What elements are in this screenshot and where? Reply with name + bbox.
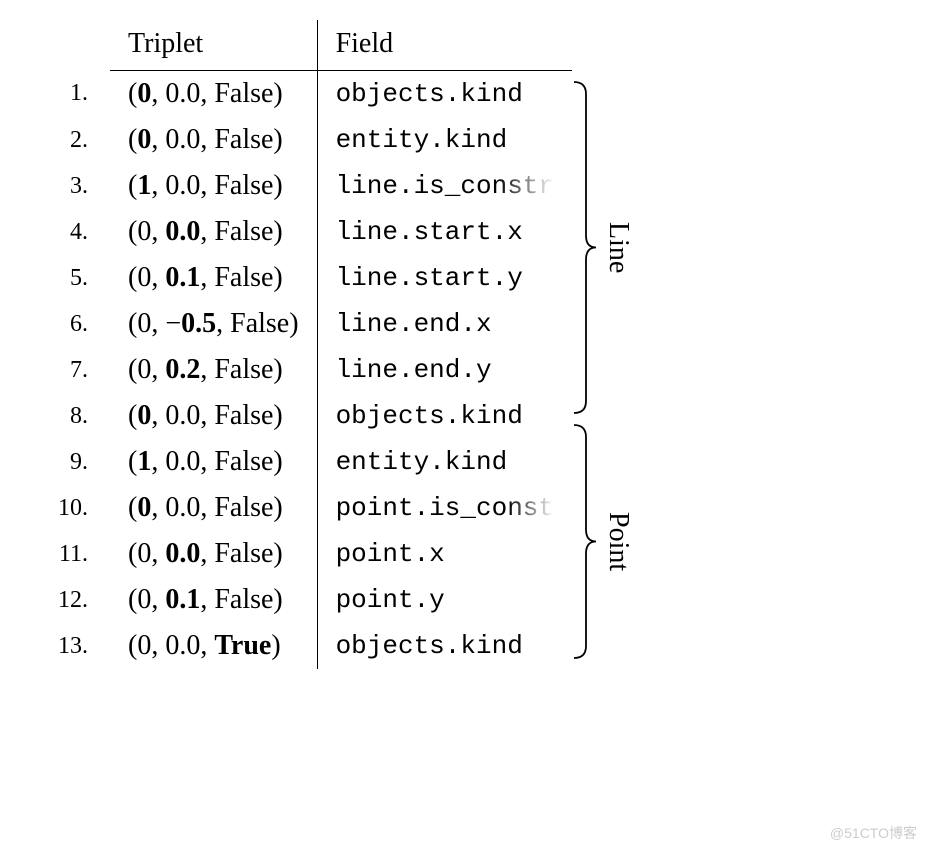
triplet-header: Triplet — [110, 20, 317, 71]
table-row: 3.(1, 0.0, False)line.is_constr — [30, 163, 572, 209]
table-header-row: Triplet Field — [30, 20, 572, 71]
triplet-cell: (0, 0.0, True) — [110, 623, 317, 669]
row-number: 1. — [30, 71, 110, 118]
field-cell: objects.kind — [317, 623, 572, 669]
row-number: 5. — [30, 255, 110, 301]
table-row: 12.(0, 0.1, False)point.y — [30, 577, 572, 623]
triplet-cell: (0, 0.0, False) — [110, 209, 317, 255]
row-number: 4. — [30, 209, 110, 255]
table-row: 9.(1, 0.0, False)entity.kind — [30, 439, 572, 485]
brace-group: Point — [570, 419, 634, 664]
field-cell: objects.kind — [317, 71, 572, 118]
triplet-cell: (1, 0.0, False) — [110, 163, 317, 209]
row-number: 11. — [30, 531, 110, 577]
field-cell: point.x — [317, 531, 572, 577]
triplet-field-table: Triplet Field 1.(0, 0.0, False)objects.k… — [30, 20, 572, 669]
row-number: 12. — [30, 577, 110, 623]
triplet-cell: (0, −0.5, False) — [110, 301, 317, 347]
triplet-cell: (0, 0.1, False) — [110, 255, 317, 301]
triplet-cell: (0, 0.0, False) — [110, 393, 317, 439]
row-number: 3. — [30, 163, 110, 209]
table-row: 1.(0, 0.0, False)objects.kind — [30, 71, 572, 118]
table-row: 11.(0, 0.0, False)point.x — [30, 531, 572, 577]
triplet-cell: (1, 0.0, False) — [110, 439, 317, 485]
empty-header — [30, 20, 110, 71]
field-cell: objects.kind — [317, 393, 572, 439]
row-number: 7. — [30, 347, 110, 393]
table-row: 13.(0, 0.0, True)objects.kind — [30, 623, 572, 669]
row-number: 10. — [30, 485, 110, 531]
field-cell: line.start.y — [317, 255, 572, 301]
table-row: 2.(0, 0.0, False)entity.kind — [30, 117, 572, 163]
row-number: 2. — [30, 117, 110, 163]
row-number: 9. — [30, 439, 110, 485]
triplet-cell: (0, 0.0, False) — [110, 71, 317, 118]
table-row: 10.(0, 0.0, False)point.is_const — [30, 485, 572, 531]
field-cell: line.start.x — [317, 209, 572, 255]
triplet-cell: (0, 0.0, False) — [110, 531, 317, 577]
watermark: @51CTO博客 — [830, 823, 917, 843]
brace-label: Line — [598, 222, 634, 273]
triplet-cell: (0, 0.0, False) — [110, 117, 317, 163]
table-row: 7.(0, 0.2, False)line.end.y — [30, 347, 572, 393]
field-cell: line.end.y — [317, 347, 572, 393]
brace-group: Line — [570, 76, 634, 419]
row-number: 13. — [30, 623, 110, 669]
field-header: Field — [317, 20, 572, 71]
row-number: 8. — [30, 393, 110, 439]
field-cell: line.end.x — [317, 301, 572, 347]
table-row: 4.(0, 0.0, False)line.start.x — [30, 209, 572, 255]
field-cell: entity.kind — [317, 439, 572, 485]
field-cell: point.is_const — [317, 485, 572, 531]
field-cell: entity.kind — [317, 117, 572, 163]
table-container: Triplet Field 1.(0, 0.0, False)objects.k… — [30, 20, 899, 669]
triplet-cell: (0, 0.1, False) — [110, 577, 317, 623]
row-number: 6. — [30, 301, 110, 347]
triplet-cell: (0, 0.0, False) — [110, 485, 317, 531]
brace-label: Point — [598, 512, 634, 571]
brace-icon — [570, 76, 598, 419]
table-row: 8.(0, 0.0, False)objects.kind — [30, 393, 572, 439]
table-row: 6.(0, −0.5, False)line.end.x — [30, 301, 572, 347]
brace-column: Line Point — [570, 20, 634, 664]
field-cell: line.is_constr — [317, 163, 572, 209]
table-row: 5.(0, 0.1, False)line.start.y — [30, 255, 572, 301]
triplet-cell: (0, 0.2, False) — [110, 347, 317, 393]
field-cell: point.y — [317, 577, 572, 623]
brace-icon — [570, 419, 598, 664]
